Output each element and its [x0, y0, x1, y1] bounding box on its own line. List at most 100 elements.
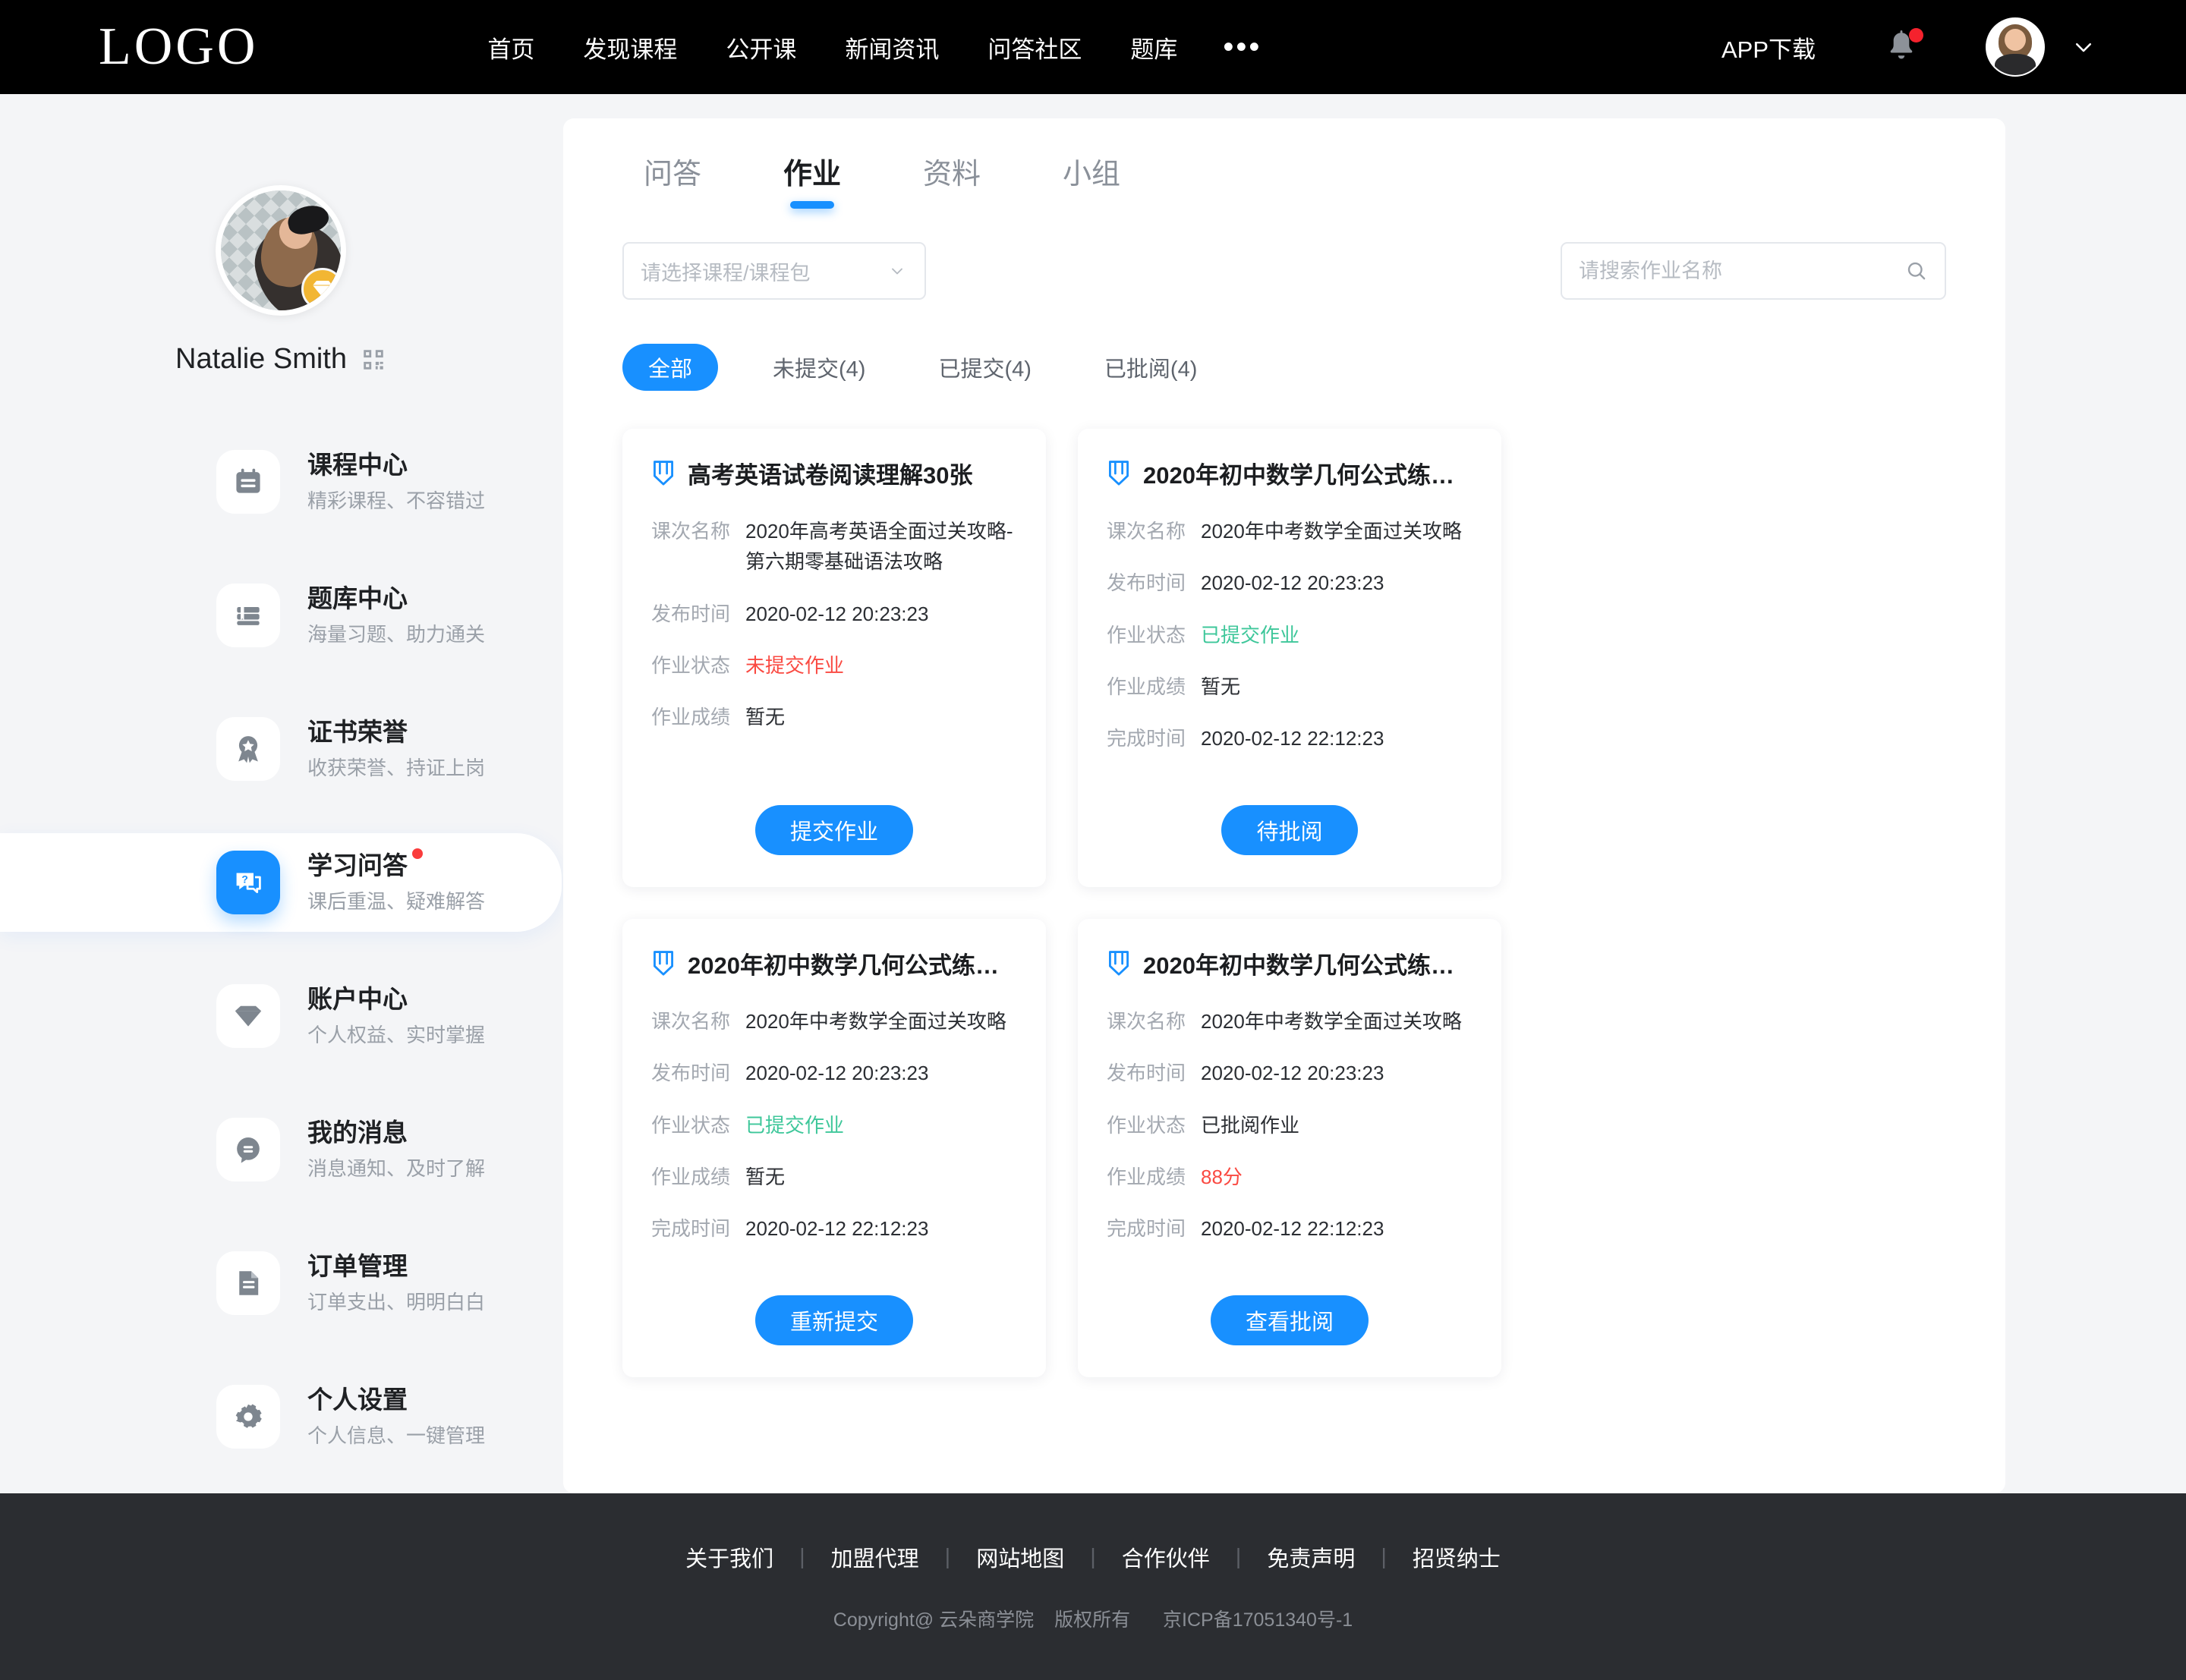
card-header: 2020年初中数学几何公式练习作...	[1107, 946, 1473, 980]
sidebar-item-account-center[interactable]: 账户中心 个人权益、实时掌握	[0, 980, 562, 1052]
resubmit-button[interactable]: 重新提交	[754, 1295, 913, 1345]
homework-card[interactable]: 高考英语试卷阅读理解30张 课次名称 2020年高考英语全面过关攻略-第六期零基…	[622, 429, 1046, 887]
tab-groups[interactable]: 小组	[1041, 150, 1142, 209]
sidebar-item-certificate-honor[interactable]: 证书荣誉 收获荣誉、持证上岗	[0, 713, 562, 785]
row-value: 2020年中考数学全面过关攻略	[745, 1010, 1006, 1033]
icp-text[interactable]: 京ICP备17051340号-1	[1163, 1609, 1353, 1631]
tab-homework[interactable]: 作业	[762, 150, 862, 209]
nav-item-discover-courses[interactable]: 发现课程	[559, 30, 701, 64]
row-label: 作业状态	[1107, 623, 1186, 647]
avatar[interactable]	[216, 185, 346, 316]
footer-link-partners[interactable]: 合作伙伴	[1096, 1541, 1236, 1573]
sidebar-item-title: 课程中心	[307, 451, 408, 480]
nav-item-home[interactable]: 首页	[463, 30, 559, 64]
nav-more-icon[interactable]: •••	[1202, 32, 1283, 62]
profile-block: Natalie Smith	[0, 185, 562, 376]
menu-icon-wrap	[216, 1251, 280, 1315]
document-icon	[239, 1271, 259, 1295]
row-label: 完成时间	[651, 1217, 731, 1241]
row-value: 2020-02-12 22:12:23	[1201, 1217, 1384, 1241]
submit-homework-button[interactable]: 提交作业	[754, 805, 913, 855]
row-label: 发布时间	[1107, 571, 1186, 595]
nav-item-open-class[interactable]: 公开课	[701, 30, 821, 64]
sidebar-item-subtitle: 消息通知、及时了解	[307, 1156, 486, 1180]
homework-card-list: 高考英语试卷阅读理解30张 课次名称 2020年高考英语全面过关攻略-第六期零基…	[563, 429, 2005, 1377]
sidebar-item-personal-settings[interactable]: 个人设置 个人信息、一键管理	[0, 1380, 562, 1453]
footer-link-sitemap[interactable]: 网站地图	[950, 1541, 1090, 1573]
sidebar-item-title: 题库中心	[307, 584, 408, 613]
sidebar-item-title: 学习问答	[307, 848, 423, 881]
sidebar-item-title: 我的消息	[307, 1118, 408, 1147]
status-badge: 未提交作业	[745, 653, 845, 677]
card-action-wrap: 待批阅	[1107, 791, 1473, 855]
diamond-icon	[313, 281, 332, 297]
sidebar: Natalie Smith 课程中心 精彩课程、不容错过 题库中心 海量习题、助…	[0, 94, 562, 1514]
footer-link-franchise[interactable]: 加盟代理	[805, 1541, 945, 1573]
card-row-course-name: 课次名称 2020年高考英语全面过关攻略-第六期零基础语法攻略	[651, 516, 1017, 577]
menu-text: 账户中心 个人权益、实时掌握	[307, 983, 485, 1048]
chip-reviewed[interactable]: 已批阅(4)	[1086, 344, 1215, 391]
app-download-link[interactable]: APP下载	[1721, 30, 1816, 64]
status-filter-chips: 全部 未提交(4) 已提交(4) 已批阅(4)	[563, 344, 2005, 391]
svg-text:?: ?	[241, 873, 248, 886]
tab-materials[interactable]: 资料	[902, 150, 1002, 209]
homework-pen-icon	[654, 950, 673, 976]
homework-pen-icon	[1109, 950, 1129, 976]
nav-item-question-bank[interactable]: 题库	[1106, 30, 1202, 64]
card-action-wrap: 查看批阅	[1107, 1282, 1473, 1345]
site-logo[interactable]: LOGO	[99, 20, 258, 74]
card-header: 2020年初中数学几何公式练习作...	[651, 946, 1017, 980]
sidebar-item-order-management[interactable]: 订单管理 订单支出、明明白白	[0, 1247, 562, 1320]
vip-diamond-badge	[301, 268, 341, 310]
question-chat-icon: ?	[236, 873, 261, 894]
tab-qa[interactable]: 问答	[622, 150, 723, 209]
homework-card[interactable]: 2020年初中数学几何公式练习作... 课次名称 2020年中考数学全面过关攻略…	[1078, 429, 1501, 887]
card-row-course-name: 课次名称 2020年中考数学全面过关攻略	[1107, 516, 1473, 546]
view-review-button[interactable]: 查看批阅	[1210, 1295, 1369, 1345]
nav-item-news[interactable]: 新闻资讯	[821, 30, 963, 64]
card-row-status: 作业状态 未提交作业	[651, 650, 1017, 681]
card-row-publish-time: 发布时间 2020-02-12 20:23:23	[651, 1058, 1017, 1088]
footer-link-careers[interactable]: 招贤纳士	[1387, 1541, 1526, 1573]
card-title-text: 2020年初中数学几何公式练习作...	[1143, 952, 1473, 979]
search-input[interactable]	[1579, 259, 1905, 283]
content-tabs: 问答 作业 资料 小组	[563, 118, 2005, 209]
notification-bell-button[interactable]	[1885, 28, 1923, 64]
row-label: 作业成绩	[1107, 675, 1186, 698]
footer-divider: |	[1381, 1544, 1387, 1569]
card-row-publish-time: 发布时间 2020-02-12 20:23:23	[1107, 568, 1473, 598]
sidebar-item-question-bank-center[interactable]: 题库中心 海量习题、助力通关	[0, 579, 562, 652]
chevron-down-icon[interactable]	[2072, 36, 2095, 58]
menu-text: 订单管理 订单支出、明明白白	[307, 1251, 485, 1315]
sidebar-item-course-center[interactable]: 课程中心 精彩课程、不容错过	[0, 445, 562, 518]
homework-card[interactable]: 2020年初中数学几何公式练习作... 课次名称 2020年中考数学全面过关攻略…	[1078, 919, 1501, 1377]
chip-unsubmitted[interactable]: 未提交(4)	[754, 344, 884, 391]
page-footer: 关于我们 | 加盟代理 | 网站地图 | 合作伙伴 | 免责声明 | 招贤纳士 …	[0, 1493, 2186, 1680]
header-avatar[interactable]	[1986, 17, 2045, 77]
chip-all[interactable]: 全部	[622, 344, 719, 391]
filter-bar: 请选择课程/课程包	[563, 242, 2005, 304]
row-value: 2020-02-12 22:12:23	[745, 1217, 929, 1241]
pending-review-button[interactable]: 待批阅	[1221, 805, 1358, 855]
row-value: 2020-02-12 22:12:23	[1201, 727, 1384, 750]
course-select[interactable]: 请选择课程/课程包	[622, 242, 926, 300]
homework-pen-icon	[654, 460, 673, 486]
homework-card[interactable]: 2020年初中数学几何公式练习作... 课次名称 2020年中考数学全面过关攻略…	[622, 919, 1046, 1377]
nav-item-qa-community[interactable]: 问答社区	[963, 30, 1106, 64]
search-icon[interactable]	[1905, 260, 1928, 282]
rights-text: 版权所有	[1054, 1609, 1131, 1631]
sidebar-item-my-messages[interactable]: 我的消息 消息通知、及时了解	[0, 1113, 562, 1186]
footer-link-about-us[interactable]: 关于我们	[660, 1541, 799, 1573]
chip-submitted[interactable]: 已提交(4)	[920, 344, 1049, 391]
footer-link-disclaimer[interactable]: 免责声明	[1241, 1541, 1381, 1573]
card-row-publish-time: 发布时间 2020-02-12 20:23:23	[651, 599, 1017, 629]
row-label: 课次名称	[1107, 1010, 1186, 1033]
footer-links: 关于我们 | 加盟代理 | 网站地图 | 合作伙伴 | 免责声明 | 招贤纳士	[660, 1541, 1526, 1573]
footer-divider: |	[1235, 1544, 1242, 1569]
qrcode-icon[interactable]	[361, 347, 386, 373]
sidebar-item-subtitle: 收获荣誉、持证上岗	[307, 756, 486, 779]
row-label: 完成时间	[1107, 727, 1186, 750]
course-select-value: 请选择课程/课程包	[641, 261, 811, 285]
sidebar-item-learning-qa[interactable]: ? 学习问答 课后重温、疑难解答	[0, 833, 562, 932]
top-header: LOGO 首页 发现课程 公开课 新闻资讯 问答社区 题库 ••• APP下载	[0, 0, 2186, 94]
